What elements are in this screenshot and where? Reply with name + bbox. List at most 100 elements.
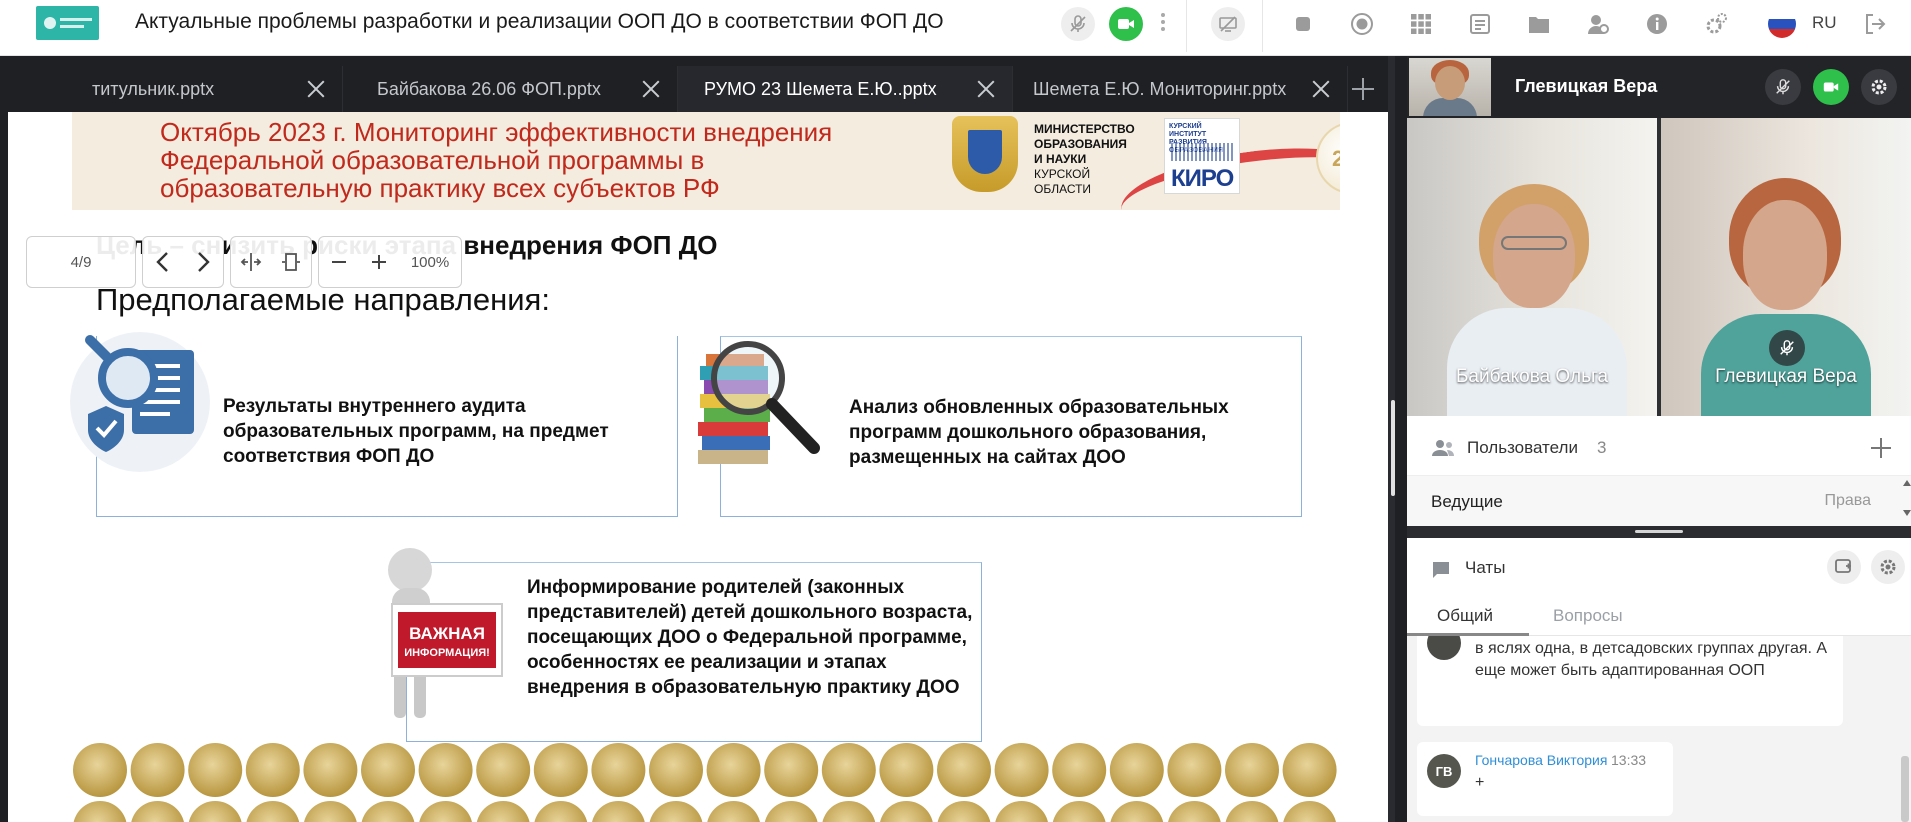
speaker-camera-button[interactable] — [1813, 69, 1849, 105]
layout-grid-icon[interactable] — [1406, 9, 1436, 39]
gold-circle — [1167, 743, 1222, 797]
users-section-header[interactable]: Пользователи 3 — [1407, 420, 1911, 476]
speaker-bar: Глевицкая Вера — [1407, 56, 1911, 118]
close-icon[interactable] — [1311, 79, 1331, 99]
gold-circle — [707, 801, 760, 822]
gear-icon — [1871, 79, 1887, 95]
tab-titulnik[interactable]: титульник.pptx — [8, 66, 343, 112]
hosts-row: Ведущие Права — [1407, 476, 1911, 526]
close-icon[interactable] — [306, 79, 326, 99]
message-text: + — [1475, 774, 1485, 791]
chevron-left-icon[interactable] — [143, 236, 183, 288]
message-author[interactable]: Гончарова Виктория — [1475, 752, 1607, 768]
participant-name: Байбакова Ольга — [1455, 366, 1609, 387]
tab-general[interactable]: Общий — [1437, 606, 1493, 626]
video-camera-icon — [1118, 19, 1134, 29]
gold-circle — [361, 801, 415, 822]
gold-circle — [591, 743, 646, 797]
gold-circle — [1225, 801, 1279, 822]
gold-circle — [1110, 801, 1164, 822]
fit-page-icon[interactable] — [271, 236, 311, 288]
gold-circle — [1283, 801, 1336, 822]
slide-navigation-toolbar: 4/9 100% — [26, 236, 468, 288]
close-icon[interactable] — [976, 79, 996, 99]
zoom-in-icon[interactable] — [359, 236, 399, 288]
speaker-mic-button[interactable] — [1765, 69, 1801, 105]
add-user-icon[interactable] — [1869, 436, 1893, 460]
slide-nav-group — [142, 236, 224, 288]
camera-tile-glevitskaya[interactable]: Глевицкая Вера — [1661, 118, 1911, 416]
app-logo — [36, 6, 99, 40]
gold-circle — [937, 801, 991, 822]
gold-circle — [1109, 743, 1164, 797]
zoom-group: 100% — [318, 236, 462, 288]
message-text: в яслях одна, в детсадовских группах дру… — [1475, 640, 1828, 679]
user-settings-icon[interactable] — [1583, 9, 1613, 39]
notes-icon[interactable] — [1465, 9, 1495, 39]
russia-flag-icon[interactable] — [1768, 10, 1796, 38]
tab-questions[interactable]: Вопросы — [1553, 606, 1623, 626]
gold-circle — [418, 743, 473, 797]
gold-circle — [1052, 743, 1107, 797]
screen-share-button[interactable] — [1211, 7, 1245, 41]
fit-width-icon[interactable] — [231, 236, 271, 288]
gold-circle — [1168, 801, 1221, 822]
gold-circle — [303, 743, 358, 797]
panel-resize-handle[interactable] — [1407, 526, 1911, 538]
gold-circle — [764, 743, 819, 797]
gold-circle — [419, 801, 472, 822]
slide-header: Октябрь 2023 г. Мониторинг эффективности… — [72, 112, 1340, 210]
more-options-icon[interactable] — [1160, 13, 1166, 35]
ministry-logo-text: МИНИСТЕРСТВО ОБРАЗОВАНИЯ И НАУКИ КУРСКОЙ… — [1034, 122, 1135, 196]
slide: Октябрь 2023 г. Мониторинг эффективности… — [8, 112, 1388, 822]
gold-circle — [73, 801, 127, 822]
gold-circle — [592, 801, 645, 822]
tab-baybakova[interactable]: Байбакова 26.06 ФОП.pptx — [343, 66, 678, 112]
chat-icon — [1433, 562, 1449, 578]
speaker-settings-button[interactable] — [1861, 69, 1897, 105]
rights-label[interactable]: Права — [1824, 492, 1871, 510]
add-tab-icon[interactable] — [1352, 78, 1374, 100]
gold-circle — [879, 743, 934, 797]
exit-icon[interactable] — [1860, 9, 1890, 39]
zoom-level[interactable]: 100% — [399, 254, 461, 271]
meeting-title: Актуальные проблемы разработки и реализа… — [135, 10, 944, 33]
info-icon[interactable] — [1642, 9, 1672, 39]
tab-label: Шемета Е.Ю. Мониторинг.pptx — [1033, 78, 1287, 99]
splitter-handle[interactable] — [1391, 400, 1395, 496]
gold-circle — [649, 801, 703, 822]
scroll-arrows-icon[interactable] — [1903, 478, 1911, 518]
tab-monitoring[interactable]: Шемета Е.Ю. Мониторинг.pptx — [1013, 66, 1348, 112]
books-magnifier-icon — [698, 341, 820, 464]
stop-icon[interactable] — [1288, 9, 1318, 39]
mic-off-icon — [1070, 15, 1086, 32]
record-icon[interactable] — [1347, 9, 1377, 39]
gold-circle — [821, 743, 876, 797]
audit-document-icon — [70, 332, 210, 472]
muted-indicator — [1769, 330, 1805, 366]
chevron-right-icon[interactable] — [183, 236, 223, 288]
participant-name: Глевицкая Вера — [1715, 366, 1857, 387]
tab-rumo-active[interactable]: РУМО 23 Шемета Е.Ю..pptx — [678, 66, 1013, 112]
users-count: 3 — [1597, 438, 1607, 457]
gold-circle — [245, 743, 300, 797]
gold-circle — [73, 743, 127, 797]
microphone-button[interactable] — [1061, 7, 1095, 41]
new-chat-button[interactable] — [1827, 550, 1861, 584]
chat-settings-button[interactable] — [1871, 550, 1905, 584]
gold-circle — [304, 801, 357, 822]
camera-button[interactable] — [1109, 7, 1143, 41]
chat-scrollbar[interactable] — [1901, 756, 1909, 822]
settings-gears-icon[interactable] — [1701, 9, 1731, 39]
decorative-gold-circles — [73, 743, 1337, 822]
language-selector[interactable]: RU — [1812, 13, 1837, 33]
zoom-out-icon[interactable] — [319, 236, 359, 288]
close-icon[interactable] — [641, 79, 661, 99]
folder-icon[interactable] — [1524, 9, 1554, 39]
speaker-thumbnail[interactable] — [1409, 58, 1491, 116]
gold-circle — [1052, 801, 1106, 822]
gold-circle — [995, 801, 1048, 822]
tab-label: РУМО 23 Шемета Е.Ю..pptx — [704, 78, 937, 99]
page-indicator[interactable]: 4/9 — [26, 236, 136, 288]
camera-tile-baybakova[interactable]: Байбакова Ольга — [1407, 118, 1657, 416]
